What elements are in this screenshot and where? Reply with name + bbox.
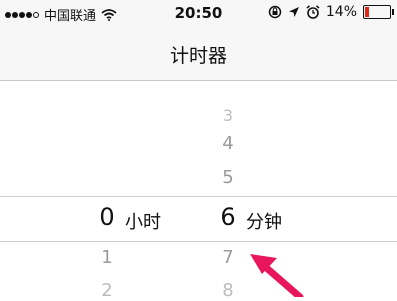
annotation-arrow-icon xyxy=(250,254,304,297)
